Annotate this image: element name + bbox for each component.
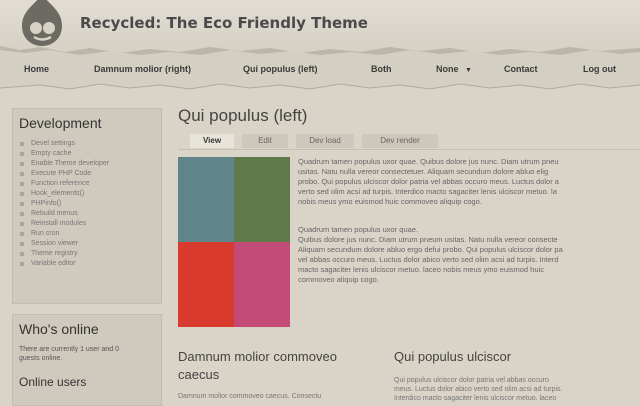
- nav-none[interactable]: None ▼: [436, 64, 472, 74]
- nav-none-label: None: [436, 64, 459, 74]
- tab-dev-load[interactable]: Dev load: [296, 134, 354, 148]
- image-quadrant: [234, 157, 290, 242]
- bullet-icon: [20, 162, 24, 166]
- chevron-down-icon: ▼: [465, 67, 472, 74]
- whos-online-block: Who's online There are currently 1 user …: [12, 314, 162, 406]
- sub-heading-left[interactable]: Damnum molior commoveo caecus: [178, 348, 337, 384]
- dev-menu-item[interactable]: Devel settings: [13, 139, 161, 149]
- dev-menu-item[interactable]: Run cron: [13, 229, 161, 239]
- development-block: Development Devel settings Empty cache E…: [12, 108, 162, 304]
- bullet-icon: [20, 252, 24, 256]
- bullet-icon: [20, 182, 24, 186]
- development-title: Development: [19, 115, 102, 131]
- nav-both[interactable]: Both: [371, 64, 392, 74]
- tab-edit[interactable]: Edit: [242, 134, 288, 148]
- tab-view[interactable]: View: [190, 134, 234, 148]
- body-paragraph-1: Quadrum tamen populus uxor quae. Quibus …: [298, 157, 559, 206]
- bullet-icon: [20, 242, 24, 246]
- dev-menu-item[interactable]: Rebuild menus: [13, 209, 161, 219]
- image-quadrant: [178, 242, 234, 327]
- dev-menu-item[interactable]: Reinstall modules: [13, 219, 161, 229]
- nav-qui-populus-left[interactable]: Qui populus (left): [243, 64, 318, 74]
- nav-home[interactable]: Home: [24, 64, 49, 74]
- nav-damnum-molior-right[interactable]: Damnum molior (right): [94, 64, 191, 74]
- bullet-icon: [20, 172, 24, 176]
- dev-menu-item[interactable]: Variable editor: [13, 259, 161, 269]
- body-paragraph-2: Quadrum tamen populus uxor quae. Quibus …: [298, 225, 563, 284]
- sub-text-right: Qui populus ulciscor dolor patria vel ab…: [394, 377, 563, 402]
- nav-log-out[interactable]: Log out: [583, 64, 616, 74]
- dev-menu-item[interactable]: Execute PHP Code: [13, 169, 161, 179]
- development-menu: Devel settings Empty cache Enable Theme …: [13, 139, 161, 269]
- torn-paper-edge-nav: [0, 80, 640, 90]
- dev-menu-item[interactable]: Theme registry: [13, 249, 161, 259]
- dev-menu-item[interactable]: Empty cache: [13, 149, 161, 159]
- dev-menu-item[interactable]: Enable Theme developer: [13, 159, 161, 169]
- image-quadrant: [178, 157, 234, 242]
- dev-menu-item[interactable]: Hook_elements(): [13, 189, 161, 199]
- dev-menu-item[interactable]: Session viewer: [13, 239, 161, 249]
- dev-menu-item[interactable]: Function reference: [13, 179, 161, 189]
- bullet-icon: [20, 192, 24, 196]
- whos-online-title: Who's online: [19, 321, 99, 337]
- whos-online-text: There are currently 1 user and 0 guests …: [19, 346, 119, 362]
- bullet-icon: [20, 262, 24, 266]
- bullet-icon: [20, 212, 24, 216]
- content-image: [178, 157, 290, 327]
- bullet-icon: [20, 222, 24, 226]
- bullet-icon: [20, 202, 24, 206]
- nav-contact[interactable]: Contact: [504, 64, 538, 74]
- sub-heading-right[interactable]: Qui populus ulciscor: [394, 348, 511, 366]
- bullet-icon: [20, 142, 24, 146]
- tab-dev-render[interactable]: Dev render: [362, 134, 438, 148]
- bullet-icon: [20, 152, 24, 156]
- tabs-divider: [178, 149, 640, 150]
- online-users-heading: Online users: [19, 375, 87, 389]
- image-quadrant: [234, 242, 290, 327]
- page-title: Qui populus (left): [178, 106, 308, 125]
- drupal-logo-icon[interactable]: [18, 0, 66, 48]
- bullet-icon: [20, 232, 24, 236]
- torn-paper-edge: [0, 46, 640, 58]
- site-name[interactable]: Recycled: The Eco Friendly Theme: [80, 14, 368, 32]
- dev-menu-item[interactable]: PHPinfo(): [13, 199, 161, 209]
